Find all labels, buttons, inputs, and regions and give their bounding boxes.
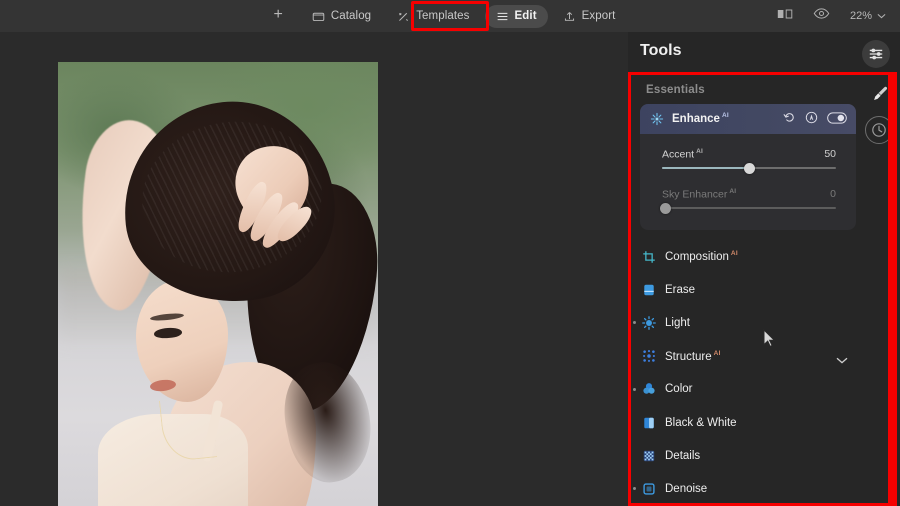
tool-list: CompositionAI Erase xyxy=(630,240,862,504)
modified-dot xyxy=(633,388,636,391)
sun-icon xyxy=(642,316,656,330)
sliders-icon xyxy=(496,10,509,23)
tool-item-erase[interactable]: Erase xyxy=(630,273,862,306)
zoom-control[interactable]: 22% xyxy=(850,10,886,22)
top-toolbar-right: 22% xyxy=(777,0,886,32)
image-canvas[interactable] xyxy=(0,32,628,506)
tool-item-light-label: Light xyxy=(665,317,690,329)
chevron-down-icon[interactable] xyxy=(836,351,848,369)
tool-item-denoise-label: Denoise xyxy=(665,483,707,495)
wand-icon xyxy=(397,10,410,23)
slider-sky-enhancer-value: 0 xyxy=(830,188,836,200)
slider-accent-knob[interactable] xyxy=(744,163,755,174)
color-wheel-icon xyxy=(642,382,656,396)
tools-panel: Tools Essentials xyxy=(628,32,900,506)
bw-icon xyxy=(642,416,656,430)
slider-sky-enhancer-label: Sky EnhancerAI xyxy=(662,188,736,201)
tool-item-black-and-white[interactable]: Black & White xyxy=(630,406,862,439)
structure-icon xyxy=(642,349,656,363)
tab-catalog-label: Catalog xyxy=(331,10,371,22)
toggle-switch[interactable] xyxy=(827,111,847,129)
reset-icon[interactable] xyxy=(783,111,796,129)
tab-export-label: Export xyxy=(582,10,616,22)
history-clock-icon[interactable] xyxy=(865,116,893,144)
tools-side-rail xyxy=(862,72,900,504)
slider-accent-label: AccentAI xyxy=(662,148,703,161)
tools-panel-header: Tools xyxy=(628,32,900,72)
top-toolbar-tabs: + Catalog Templates Edit xyxy=(274,5,627,28)
tab-export[interactable]: Export xyxy=(552,5,627,28)
enhance-title: EnhanceAI xyxy=(672,112,729,125)
tool-item-structure-label: StructureAI xyxy=(665,350,721,363)
app-window: + Catalog Templates Edit xyxy=(0,0,900,506)
enhance-actions xyxy=(783,111,847,129)
details-grid-icon xyxy=(642,449,656,463)
split-view-icon[interactable] xyxy=(777,7,793,25)
slider-sky-enhancer-knob[interactable] xyxy=(660,203,671,214)
eye-icon[interactable] xyxy=(813,7,830,25)
slider-accent-value: 50 xyxy=(824,148,836,160)
tool-item-light[interactable]: Light xyxy=(630,306,862,339)
chevron-down-icon xyxy=(877,10,886,22)
section-label-essentials: Essentials xyxy=(646,84,705,96)
slider-sky-enhancer-track[interactable] xyxy=(662,207,836,209)
mask-icon[interactable] xyxy=(805,111,818,129)
tool-item-erase-label: Erase xyxy=(665,284,695,296)
slider-accent-fill xyxy=(662,167,749,169)
enhance-ai-badge: AI xyxy=(722,112,729,119)
enhance-card[interactable]: EnhanceAI xyxy=(640,104,856,230)
tab-edit[interactable]: Edit xyxy=(485,5,548,28)
tab-templates-label: Templates xyxy=(416,10,469,22)
modified-dot xyxy=(633,487,636,490)
tool-item-details-label: Details xyxy=(665,450,700,462)
top-toolbar: + Catalog Templates Edit xyxy=(0,0,900,32)
enhance-card-header[interactable]: EnhanceAI xyxy=(640,104,856,134)
sliders-circle-icon[interactable] xyxy=(862,40,890,68)
folder-icon xyxy=(312,10,325,23)
eraser-icon xyxy=(642,283,656,297)
tool-item-composition-label: CompositionAI xyxy=(665,250,738,263)
tool-item-denoise[interactable]: Denoise xyxy=(630,472,862,504)
add-button[interactable]: + xyxy=(274,7,297,25)
slider-accent-track[interactable] xyxy=(662,167,836,169)
crop-icon xyxy=(642,250,656,264)
page-title: Tools xyxy=(640,42,681,60)
tab-catalog[interactable]: Catalog xyxy=(301,5,382,28)
tab-edit-label: Edit xyxy=(515,10,537,22)
tool-item-color[interactable]: Color xyxy=(630,373,862,406)
tool-item-composition[interactable]: CompositionAI xyxy=(630,240,862,273)
tool-item-details[interactable]: Details xyxy=(630,439,862,472)
tools-panel-body: Essentials EnhanceAI xyxy=(630,72,862,504)
tab-templates[interactable]: Templates xyxy=(386,5,480,28)
brush-icon[interactable] xyxy=(870,84,890,109)
tool-item-black-and-white-label: Black & White xyxy=(665,417,737,429)
upload-icon xyxy=(563,10,576,23)
portrait-photo[interactable] xyxy=(58,62,378,506)
zoom-level-label: 22% xyxy=(850,10,872,22)
modified-dot xyxy=(633,321,636,324)
tool-item-color-label: Color xyxy=(665,383,692,395)
tool-item-structure[interactable]: StructureAI xyxy=(630,340,862,373)
denoise-icon xyxy=(642,482,656,496)
enhance-sparkle-icon xyxy=(650,112,664,131)
